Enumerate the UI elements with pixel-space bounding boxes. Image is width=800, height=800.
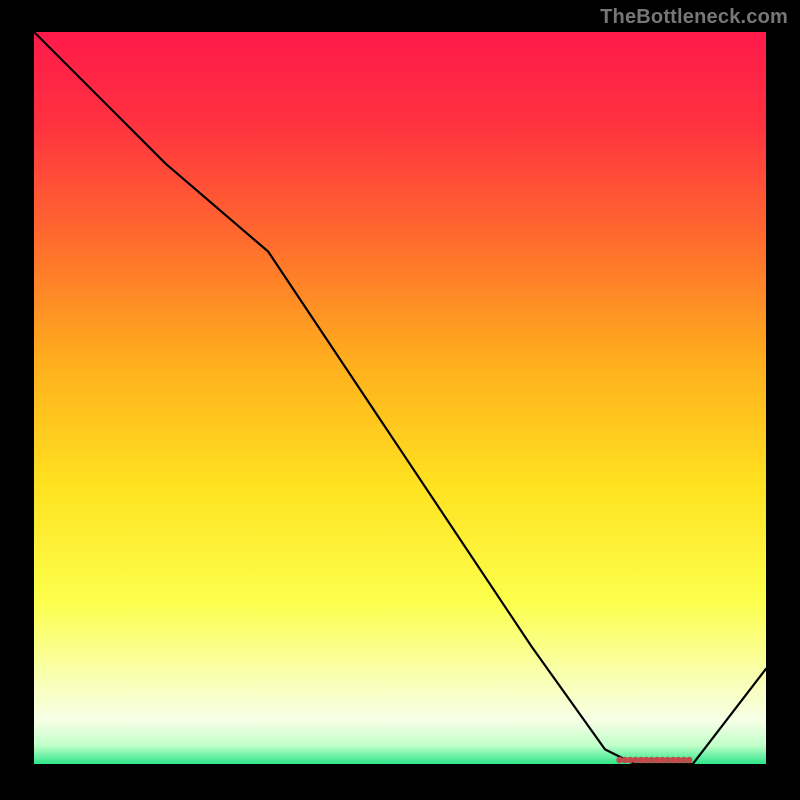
chart-frame: TheBottleneck.com — [0, 0, 800, 800]
plot-area — [34, 32, 766, 764]
attribution-label: TheBottleneck.com — [600, 6, 788, 29]
bottleneck-curve — [34, 32, 766, 764]
plot-inner — [34, 32, 766, 764]
optimal-marker — [686, 757, 693, 764]
optimal-markers — [616, 757, 692, 764]
chart-overlay — [34, 32, 766, 764]
